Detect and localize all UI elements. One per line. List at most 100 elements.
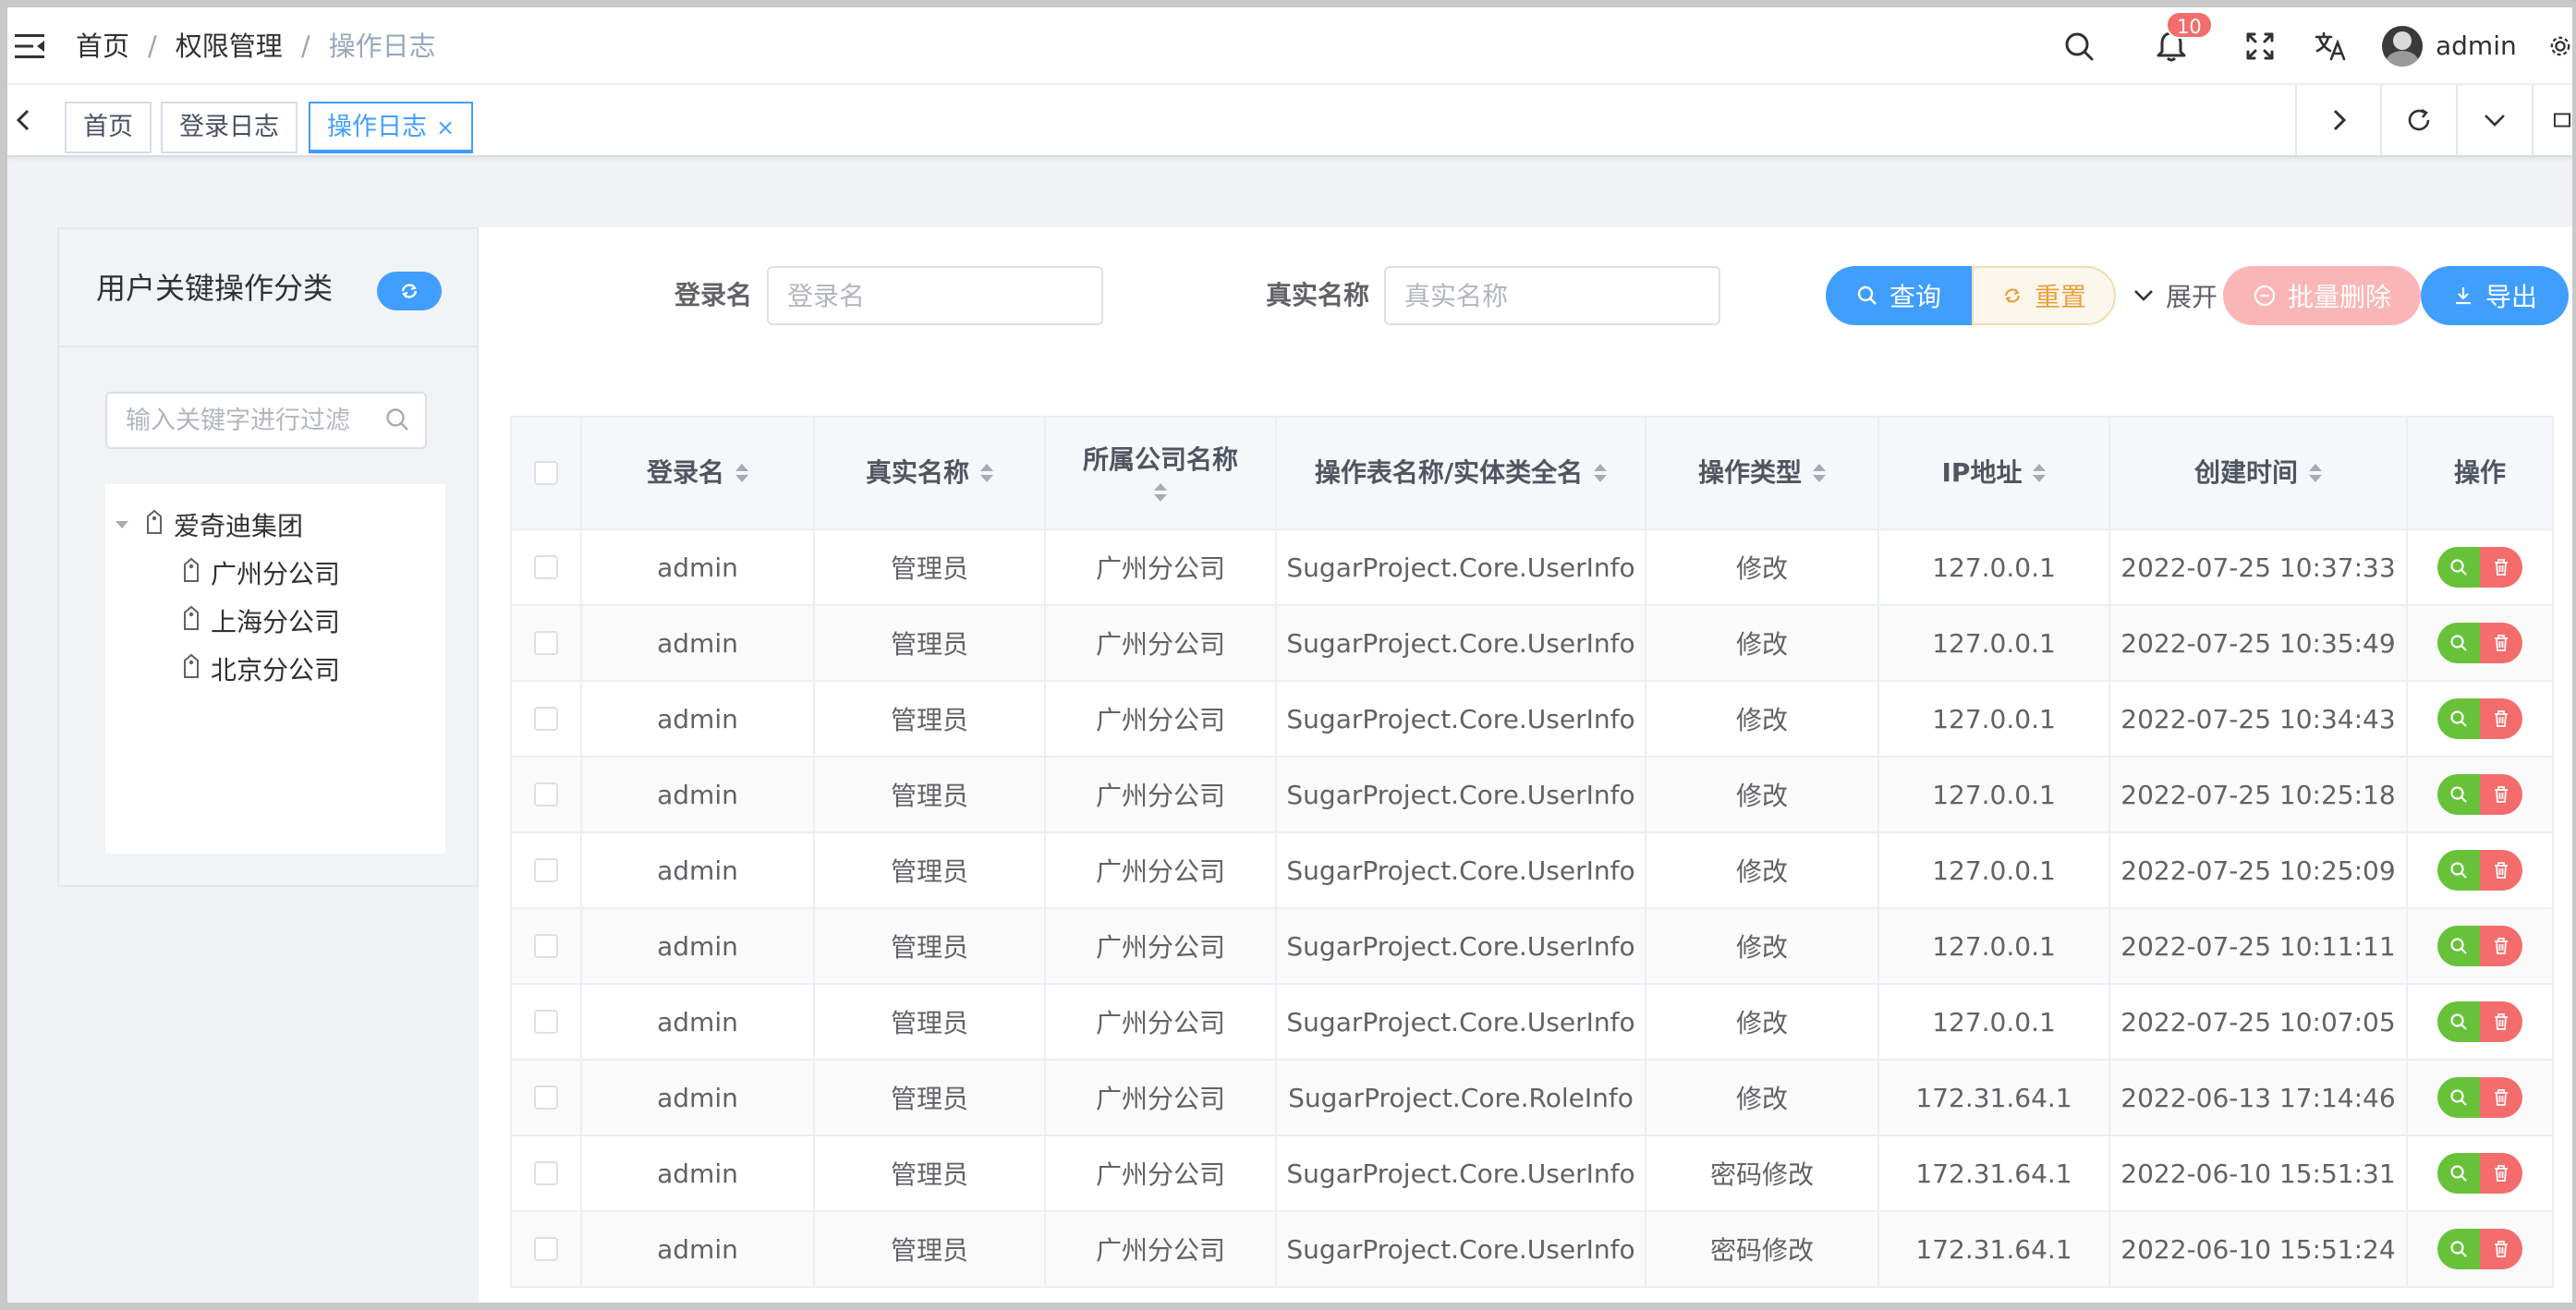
delete-button[interactable] xyxy=(2480,774,2522,815)
col-company[interactable]: 所属公司名称 xyxy=(1046,418,1277,528)
login-name-field[interactable] xyxy=(769,268,1101,323)
breadcrumb-permission[interactable]: 权限管理 xyxy=(176,28,283,65)
row-checkbox[interactable] xyxy=(534,707,558,731)
table-row[interactable]: admin 管理员 广州分公司 SugarProject.Core.UserInfo 修… xyxy=(510,985,2554,1061)
sort-icon[interactable] xyxy=(1813,464,1826,482)
view-button[interactable] xyxy=(2437,850,2480,891)
table-row[interactable]: admin 管理员 广州分公司 SugarProject.Core.UserInfo 密… xyxy=(510,1212,2554,1288)
fullscreen-icon[interactable] xyxy=(2242,28,2278,65)
avatar[interactable] xyxy=(2382,26,2423,67)
col-operation-type[interactable]: 操作类型 xyxy=(1646,418,1879,528)
username[interactable]: admin xyxy=(2436,30,2517,63)
delete-button[interactable] xyxy=(2480,850,2522,891)
chevron-left-icon[interactable] xyxy=(13,105,35,139)
col-login-name[interactable]: 登录名 xyxy=(582,418,815,528)
batch-delete-button[interactable]: 批量删除 xyxy=(2223,266,2421,325)
query-button[interactable]: 查询 xyxy=(1826,266,1972,325)
view-button[interactable] xyxy=(2437,1077,2480,1118)
tree-node-shanghai[interactable]: 上海分公司 xyxy=(181,599,340,643)
delete-button[interactable] xyxy=(2480,1153,2522,1194)
col-created-time[interactable]: 创建时间 xyxy=(2110,418,2408,528)
gear-icon[interactable] xyxy=(2548,28,2572,65)
sort-icon[interactable] xyxy=(2033,464,2047,482)
sort-icon[interactable] xyxy=(1154,483,1167,502)
row-checkbox[interactable] xyxy=(534,934,558,958)
view-button[interactable] xyxy=(2437,926,2480,966)
table-row[interactable]: admin 管理员 广州分公司 SugarProject.Core.RoleInfo 修… xyxy=(510,1061,2554,1136)
batch-delete-label: 批量删除 xyxy=(2287,282,2391,312)
view-button[interactable] xyxy=(2437,774,2480,815)
sort-icon[interactable] xyxy=(2309,464,2322,482)
sort-icon[interactable] xyxy=(1594,464,1608,482)
export-button[interactable]: 导出 xyxy=(2421,266,2569,325)
close-icon[interactable]: × xyxy=(436,115,455,140)
cell-entity: SugarProject.Core.UserInfo xyxy=(1277,606,1646,680)
row-checkbox[interactable] xyxy=(534,555,558,579)
real-name-field[interactable] xyxy=(1386,268,1719,323)
translate-icon[interactable] xyxy=(2312,28,2349,65)
delete-button[interactable] xyxy=(2480,623,2522,663)
chevron-right-icon[interactable] xyxy=(2295,85,2380,155)
row-checkbox[interactable] xyxy=(534,1010,558,1034)
cell-login-name: admin xyxy=(582,606,815,680)
chevron-down-icon[interactable] xyxy=(2456,85,2532,155)
row-select-cell xyxy=(510,909,582,983)
cell-actions xyxy=(2408,1212,2554,1286)
tree-node-root[interactable]: 爱奇迪集团 xyxy=(115,503,303,547)
row-checkbox[interactable] xyxy=(534,1086,558,1110)
caret-down-icon[interactable] xyxy=(115,519,129,530)
delete-button[interactable] xyxy=(2480,1229,2522,1269)
cell-company: 广州分公司 xyxy=(1046,833,1277,907)
breadcrumb: 首页 / 权限管理 / 操作日志 xyxy=(76,28,436,65)
col-real-name[interactable]: 真实名称 xyxy=(815,418,1046,528)
tab-login-log[interactable]: 登录日志 xyxy=(161,102,298,153)
view-button[interactable] xyxy=(2437,1153,2480,1194)
table-row[interactable]: admin 管理员 广州分公司 SugarProject.Core.UserInfo 修… xyxy=(510,682,2554,758)
view-button[interactable] xyxy=(2437,1001,2480,1042)
view-button[interactable] xyxy=(2437,547,2480,588)
table-row[interactable]: admin 管理员 广州分公司 SugarProject.Core.UserInfo 修… xyxy=(510,833,2554,909)
table-row[interactable]: admin 管理员 广州分公司 SugarProject.Core.UserInfo 修… xyxy=(510,606,2554,682)
row-checkbox[interactable] xyxy=(534,858,558,882)
search-icon[interactable] xyxy=(2060,28,2097,65)
table-row[interactable]: admin 管理员 广州分公司 SugarProject.Core.UserInfo 密… xyxy=(510,1136,2554,1212)
column-title: 登录名 xyxy=(646,457,724,488)
row-checkbox[interactable] xyxy=(534,782,558,807)
breadcrumb-home[interactable]: 首页 xyxy=(76,28,129,65)
maximize-icon[interactable] xyxy=(2532,85,2572,155)
select-all-checkbox[interactable] xyxy=(534,461,558,485)
tab-operation-log[interactable]: 操作日志 × xyxy=(309,102,474,153)
search-icon xyxy=(2450,710,2467,727)
col-ip[interactable]: IP地址 xyxy=(1879,418,2110,528)
delete-button[interactable] xyxy=(2480,926,2522,966)
sort-icon[interactable] xyxy=(980,464,993,482)
refresh-icon[interactable] xyxy=(2380,85,2456,155)
view-button[interactable] xyxy=(2437,623,2480,663)
delete-button[interactable] xyxy=(2480,547,2522,588)
table-row[interactable]: admin 管理员 广州分公司 SugarProject.Core.UserInfo 修… xyxy=(510,530,2554,606)
table-row[interactable]: admin 管理员 广州分公司 SugarProject.Core.UserInfo 修… xyxy=(510,909,2554,985)
reset-button[interactable]: 重置 xyxy=(1972,266,2116,325)
row-select-cell xyxy=(510,606,582,680)
tree-filter-input[interactable] xyxy=(105,392,427,449)
login-name-input[interactable] xyxy=(767,266,1103,325)
view-button[interactable] xyxy=(2437,1229,2480,1269)
row-checkbox[interactable] xyxy=(534,1161,558,1185)
delete-button[interactable] xyxy=(2480,1001,2522,1042)
tree-node-beijing[interactable]: 北京分公司 xyxy=(181,647,340,691)
refresh-tree-button[interactable] xyxy=(377,272,442,310)
view-button[interactable] xyxy=(2437,698,2480,739)
col-entity[interactable]: 操作表名称/实体类全名 xyxy=(1277,418,1646,528)
expand-button[interactable]: 展开 xyxy=(2123,266,2227,325)
tree-filter-field[interactable] xyxy=(107,394,375,447)
delete-button[interactable] xyxy=(2480,1077,2522,1118)
row-checkbox[interactable] xyxy=(534,1237,558,1261)
delete-button[interactable] xyxy=(2480,698,2522,739)
tree-node-guangzhou[interactable]: 广州分公司 xyxy=(181,551,340,595)
menu-fold-icon[interactable] xyxy=(13,31,46,61)
table-row[interactable]: admin 管理员 广州分公司 SugarProject.Core.UserInfo 修… xyxy=(510,758,2554,833)
tab-home[interactable]: 首页 xyxy=(65,102,152,153)
sort-icon[interactable] xyxy=(735,464,748,482)
row-checkbox[interactable] xyxy=(534,631,558,655)
real-name-input[interactable] xyxy=(1384,266,1720,325)
